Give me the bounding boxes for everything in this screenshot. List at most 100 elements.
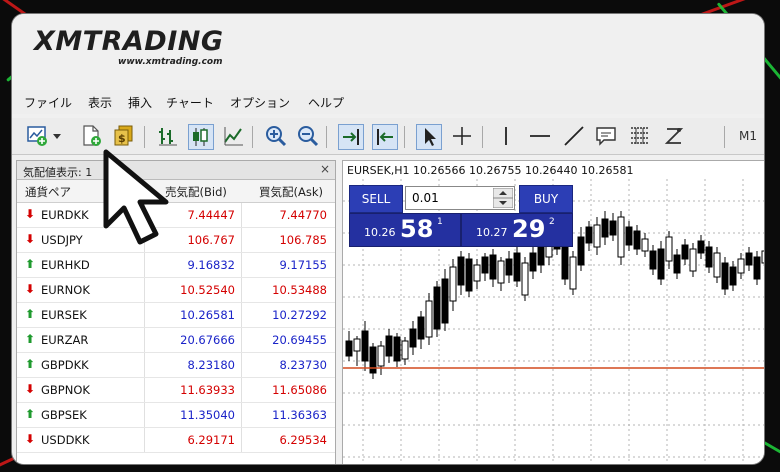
sell-price-sup: 1 (437, 217, 443, 227)
candle-body (529, 252, 537, 272)
menu-view[interactable]: 表示 (88, 94, 112, 111)
symbol-name: GBPDKK (41, 358, 89, 372)
bid-cell: 8.23180 (145, 353, 242, 377)
symbol-cell: ⬇ USDDKK (17, 428, 145, 452)
candle-body (609, 220, 617, 236)
timeframe-m1[interactable]: M1 (739, 129, 757, 143)
candle-body (721, 262, 729, 290)
buy-price-big: 29 (512, 215, 546, 243)
crosshair-icon[interactable] (450, 124, 474, 148)
symbol-cell: ⬆ EURHKD (17, 253, 145, 277)
bid-cell: 10.26581 (145, 303, 242, 327)
cursor-icon[interactable] (416, 124, 442, 150)
ask-value: 106.785 (279, 233, 327, 247)
dropdown-arrow-icon[interactable] (52, 124, 62, 148)
symbol-name: GBPNOK (41, 383, 90, 397)
zoom-out-icon[interactable] (296, 124, 320, 148)
candle-body (497, 260, 505, 284)
candle-body (433, 286, 441, 330)
arrow-up-icon: ⬆ (25, 357, 36, 371)
header-symbol[interactable]: 通貨ペア (25, 184, 71, 200)
chart-shift-icon[interactable] (372, 124, 398, 150)
trendline-icon[interactable] (562, 124, 586, 148)
vertical-line-icon[interactable] (494, 124, 518, 148)
symbol-cell: ⬇ EURNOK (17, 278, 145, 302)
candlestick-icon[interactable] (188, 124, 214, 150)
symbol-cell: ⬆ GBPSEK (17, 403, 145, 427)
market-watch-row[interactable]: ⬆ GBPSEK 11.35040 11.36363 (17, 403, 335, 428)
candle-body (401, 340, 409, 360)
logo: XMTRADING (34, 26, 224, 57)
market-watch-row[interactable]: ⬇ USDDKK 6.29171 6.29534 (17, 428, 335, 453)
symbol-cell: ⬇ GBPNOK (17, 378, 145, 402)
candle-body (585, 226, 593, 244)
ask-value: 10.27292 (272, 308, 327, 322)
market-watch-row[interactable]: ⬆ EURSEK 10.26581 10.27292 (17, 303, 335, 328)
bid-cell: 20.67666 (145, 328, 242, 352)
menu-chart[interactable]: チャート (166, 94, 214, 111)
buy-price-box[interactable]: 10.27 29 2 (461, 213, 573, 247)
zoom-in-icon[interactable] (264, 124, 288, 148)
autoscroll-icon[interactable] (338, 124, 364, 150)
new-chart-icon[interactable] (26, 124, 50, 148)
bid-cell: 11.35040 (145, 403, 242, 427)
candle-body (457, 256, 465, 286)
horizontal-line-icon[interactable] (528, 124, 552, 148)
market-watch-row[interactable]: ⬆ EURHKD 9.16832 9.17155 (17, 253, 335, 278)
text-label-icon[interactable] (594, 124, 618, 148)
menu-options[interactable]: オプション (230, 94, 290, 111)
bar-chart-icon[interactable] (156, 124, 180, 148)
buy-button[interactable]: BUY (519, 185, 573, 213)
candle-body (713, 252, 721, 278)
candle-body (601, 218, 609, 238)
header-ask[interactable]: 買気配(Ask) (259, 184, 323, 200)
candle-body (377, 345, 385, 367)
profiles-icon[interactable] (80, 124, 104, 148)
ask-value: 6.29534 (279, 433, 327, 447)
periods-icon[interactable] (662, 124, 686, 148)
sell-button[interactable]: SELL (349, 185, 403, 213)
toolbar-separator (404, 126, 405, 148)
arrow-down-icon: ⬇ (25, 432, 36, 446)
line-chart-icon[interactable] (222, 124, 246, 148)
symbol-cell: ⬆ EURSEK (17, 303, 145, 327)
market-watch-row[interactable]: ⬇ GBPNOK 11.63933 11.65086 (17, 378, 335, 403)
candle-body (361, 330, 369, 362)
symbol-name: EURSEK (41, 308, 87, 322)
new-order-icon[interactable]: $ (112, 124, 136, 148)
bid-value: 10.52540 (180, 283, 235, 297)
symbol-name: USDJPY (41, 233, 83, 247)
candle-body (481, 256, 489, 274)
svg-text:$: $ (118, 132, 126, 145)
symbol-name: EURNOK (41, 283, 90, 297)
close-icon[interactable]: × (320, 162, 330, 176)
candle-body (633, 230, 641, 250)
market-watch-row[interactable]: ⬇ EURNOK 10.52540 10.53488 (17, 278, 335, 303)
candle-body (569, 256, 577, 290)
market-watch-row[interactable]: ⬆ EURZAR 20.67666 20.69455 (17, 328, 335, 353)
symbol-name: EURDKK (41, 208, 89, 222)
ask-value: 7.44770 (279, 208, 327, 222)
candle-body (673, 254, 681, 274)
arrow-down-icon: ⬇ (25, 282, 36, 296)
bid-value: 6.29171 (187, 433, 235, 447)
chart-info: EURSEK,H1 10.26566 10.26755 10.26440 10.… (347, 164, 634, 177)
lot-stepper[interactable] (492, 187, 514, 209)
candle-body (385, 335, 393, 357)
menu-file[interactable]: ファイル (24, 94, 72, 111)
toolbar-separator (482, 126, 483, 148)
arrow-up-icon: ⬆ (25, 307, 36, 321)
candle-body (465, 258, 473, 292)
sell-price-box[interactable]: 10.26 58 1 (349, 213, 461, 247)
market-watch-row[interactable]: ⬆ GBPDKK 8.23180 8.23730 (17, 353, 335, 378)
bid-value: 106.767 (187, 233, 235, 247)
candle-body (761, 250, 764, 264)
ask-value: 20.69455 (272, 333, 327, 347)
menu-help[interactable]: ヘルプ (308, 94, 344, 111)
chart-window[interactable]: EURSEK,H1 10.26566 10.26755 10.26440 10.… (342, 160, 764, 464)
ask-value: 11.36363 (272, 408, 327, 422)
brand-header: XMTRADING www.xmtrading.com (12, 14, 764, 88)
fibonacci-icon[interactable] (628, 124, 652, 148)
menu-insert[interactable]: 挿入 (128, 94, 152, 111)
bid-value: 11.35040 (180, 408, 235, 422)
